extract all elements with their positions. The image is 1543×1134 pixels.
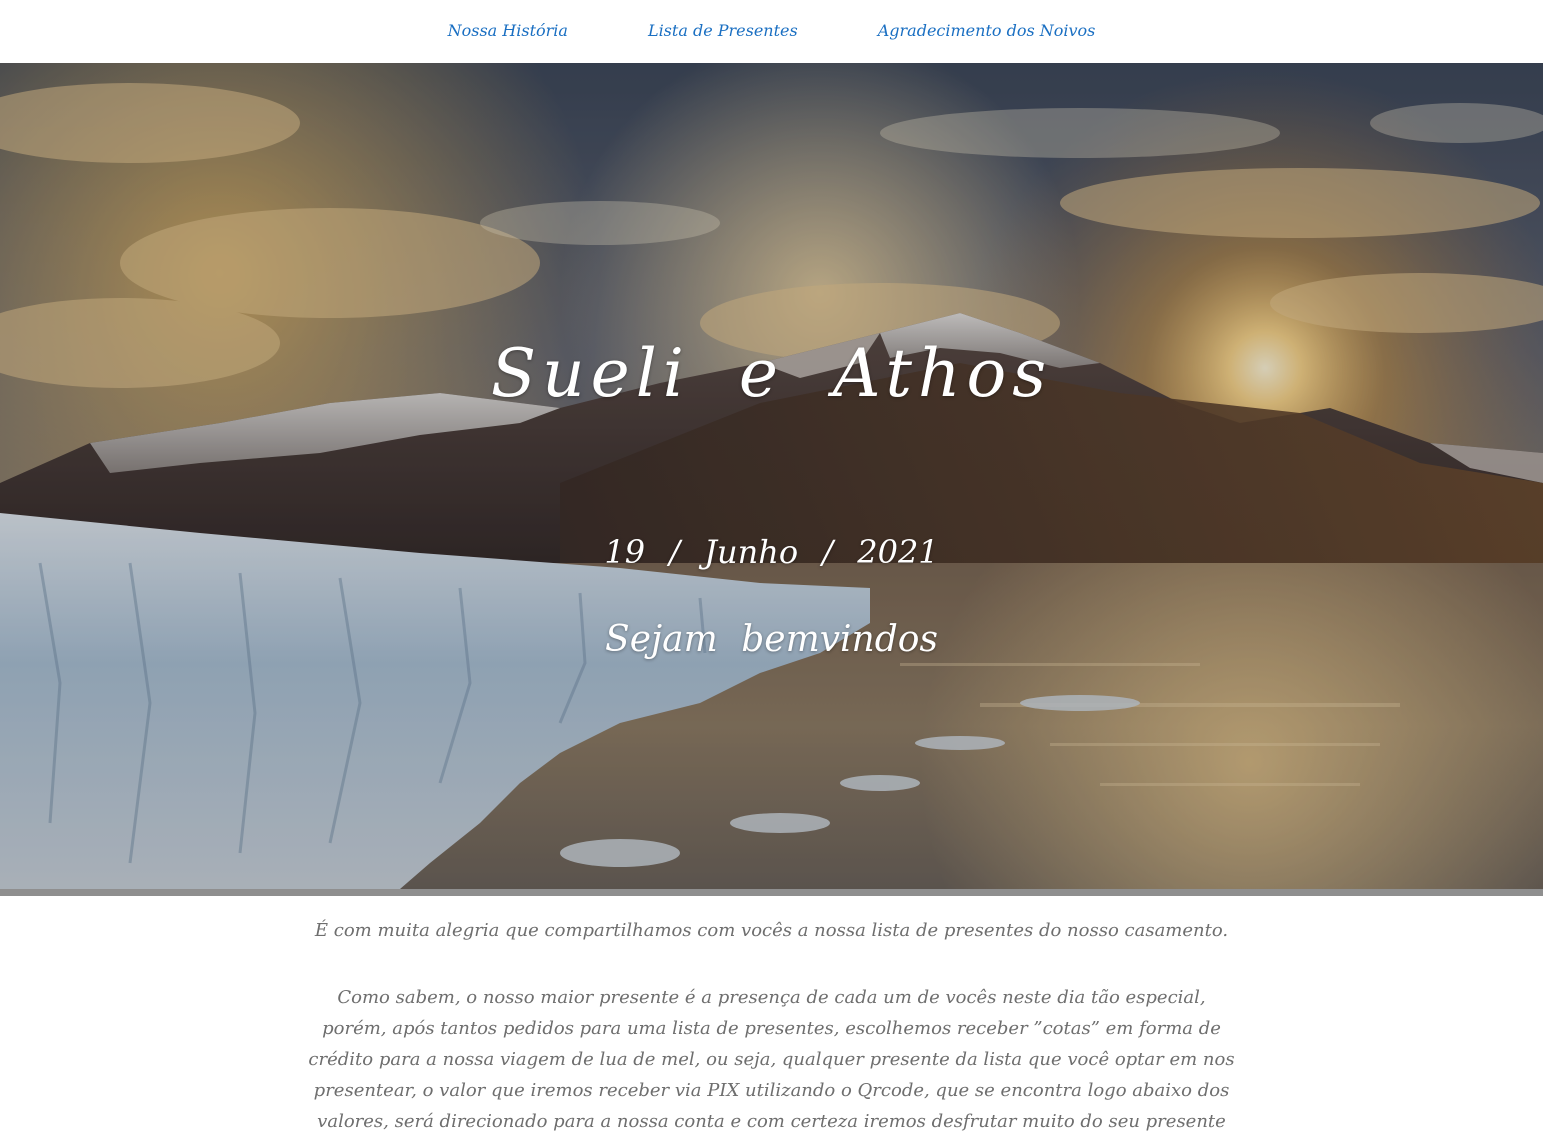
hero-banner: Sueli e Athos 19 / Junho / 2021 Sejam be… <box>0 63 1543 889</box>
nav-link-nossa-historia[interactable]: Nossa História <box>448 21 568 40</box>
nav-links: Nossa História Lista de Presentes Agrade… <box>0 21 1543 40</box>
nav-link-agradecimento[interactable]: Agradecimento dos Noivos <box>878 21 1096 40</box>
nav-link-lista-de-presentes[interactable]: Lista de Presentes <box>648 21 798 40</box>
welcome-message: Sejam bemvindos <box>605 619 938 660</box>
intro-paragraph: Como sabem, o nosso maior presente é a p… <box>308 987 1235 1132</box>
hero-overlay <box>0 63 1543 889</box>
hero-divider <box>0 889 1543 896</box>
couple-names: Sueli e Athos <box>490 335 1053 412</box>
wedding-date: 19 / Junho / 2021 <box>604 533 939 571</box>
top-navigation: Nossa História Lista de Presentes Agrade… <box>0 0 1543 63</box>
intro-heading-text: É com muita alegria que compartilhamos c… <box>314 920 1229 941</box>
